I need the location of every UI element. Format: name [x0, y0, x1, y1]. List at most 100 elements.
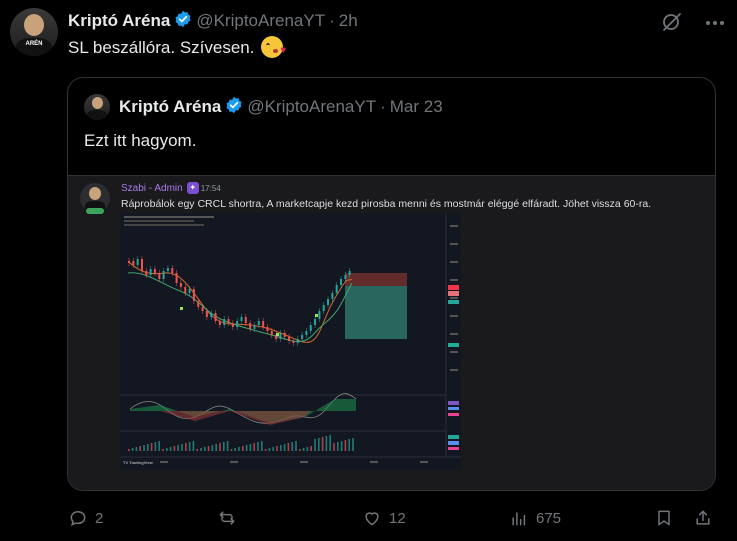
author-avatar[interactable]: ARÉN [10, 8, 58, 56]
volume-bar [230, 449, 233, 451]
views-button[interactable]: 675 [509, 503, 561, 533]
volume-bar [242, 446, 244, 451]
volume-bar [310, 446, 312, 451]
volume-bar [264, 449, 267, 451]
separator-dot: · [380, 97, 386, 116]
candle [257, 321, 260, 325]
more-options-icon[interactable] [703, 12, 727, 34]
volume-bar [173, 446, 176, 451]
candle [236, 321, 239, 327]
candle [335, 285, 338, 293]
volume-bar [306, 447, 309, 451]
reply-count: 2 [95, 509, 104, 527]
volume-bar [215, 444, 217, 451]
candle [140, 259, 143, 271]
volume-bar [131, 448, 134, 451]
candle [214, 313, 217, 321]
chart-drawing [120, 213, 461, 470]
quoted-author-handle: @KriptoArenaYT [247, 97, 377, 116]
volume-bar [158, 441, 160, 451]
discord-timestamp: 17:54 [200, 183, 221, 193]
candle [348, 271, 351, 275]
candle [240, 317, 243, 321]
volume-bar [283, 444, 286, 451]
volume-bar [207, 446, 210, 451]
candle [279, 333, 282, 339]
candle [197, 301, 200, 307]
tweet-text: SL beszállóra. Szívesen. ♥ [68, 36, 286, 60]
tradingview-logo: TV TradingView [123, 460, 153, 465]
candle [201, 307, 204, 311]
volume-bar [211, 445, 214, 451]
retweet-button[interactable] [217, 503, 244, 533]
candle [175, 273, 178, 283]
candle [253, 325, 256, 329]
author-handle[interactable]: @KriptoArenaYT [196, 11, 325, 31]
candle [179, 283, 182, 287]
candle [292, 341, 295, 343]
tweet-text-content: SL beszállóra. Szívesen. [68, 38, 255, 57]
verified-badge-icon[interactable] [174, 10, 192, 33]
bookmark-button[interactable] [654, 503, 681, 533]
volume-bar [226, 441, 229, 451]
volume-bar [337, 442, 339, 451]
volume-bar [196, 449, 198, 451]
volume-bar [219, 443, 221, 451]
volume-bar [314, 439, 316, 451]
volume-bar [348, 439, 350, 451]
candle [283, 333, 286, 337]
volume-bar [223, 442, 225, 451]
candle [318, 311, 321, 319]
tradingview-chart-screenshot: TV TradingView [120, 213, 461, 470]
like-button[interactable]: 12 [362, 503, 406, 533]
candle [309, 325, 312, 331]
tweet-action-bar: 2 12 675 [0, 503, 737, 533]
volume-bar [261, 441, 263, 451]
candle [301, 335, 304, 339]
share-button[interactable] [693, 503, 720, 533]
reply-button[interactable]: 2 [68, 503, 103, 533]
candle [166, 268, 169, 271]
candle [218, 321, 221, 325]
bookmark-icon [658, 510, 670, 526]
candle [132, 261, 135, 265]
quoted-tweet-image[interactable]: Szabi - Admin ✦ 17:54 Ráprobálok egy CRC… [68, 175, 715, 490]
candle [149, 269, 152, 275]
volume-bar [291, 442, 293, 451]
volume-bar [321, 437, 324, 451]
volume-bar [276, 446, 278, 451]
candle [340, 279, 343, 285]
candle [288, 337, 291, 341]
tweet-header: Kriptó Aréna @KriptoArenaYT · 2h [68, 10, 358, 32]
volume-bar [234, 448, 236, 451]
heart-icon [365, 512, 379, 526]
quoted-tweet-header: Kriptó Aréna @KriptoArenaYT · Mar 23 [119, 96, 443, 118]
candle [322, 305, 325, 311]
verified-badge-icon [225, 96, 243, 119]
volume-bar [299, 449, 301, 451]
author-name[interactable]: Kriptó Aréna [68, 11, 170, 31]
quoted-tweet-text: Ezt itt hagyom. [84, 131, 197, 150]
volume-bar [325, 436, 328, 451]
candle [227, 319, 230, 323]
grok-icon[interactable] [660, 10, 684, 34]
candle [331, 293, 334, 299]
volume-bar [188, 442, 191, 451]
volume-bar [177, 445, 179, 451]
discord-username: Szabi - Admin ✦ 17:54 [121, 182, 221, 194]
quoted-tweet[interactable]: Kriptó Aréna @KriptoArenaYT · Mar 23 Ezt… [67, 77, 716, 491]
volume-bar [333, 443, 335, 451]
candle [184, 287, 187, 293]
volume-bar [192, 441, 195, 451]
quoted-tweet-timestamp: Mar 23 [389, 97, 443, 116]
like-count: 12 [389, 509, 406, 527]
volume-bar [143, 445, 145, 451]
candle [231, 323, 234, 327]
volume-bar [340, 441, 343, 451]
tweet-timestamp[interactable]: 2h [339, 11, 358, 31]
volume-bar [272, 447, 274, 451]
volume-bar [352, 438, 354, 451]
volume-bar [150, 443, 153, 451]
volume-bar [154, 442, 157, 451]
volume-bar [253, 443, 255, 451]
